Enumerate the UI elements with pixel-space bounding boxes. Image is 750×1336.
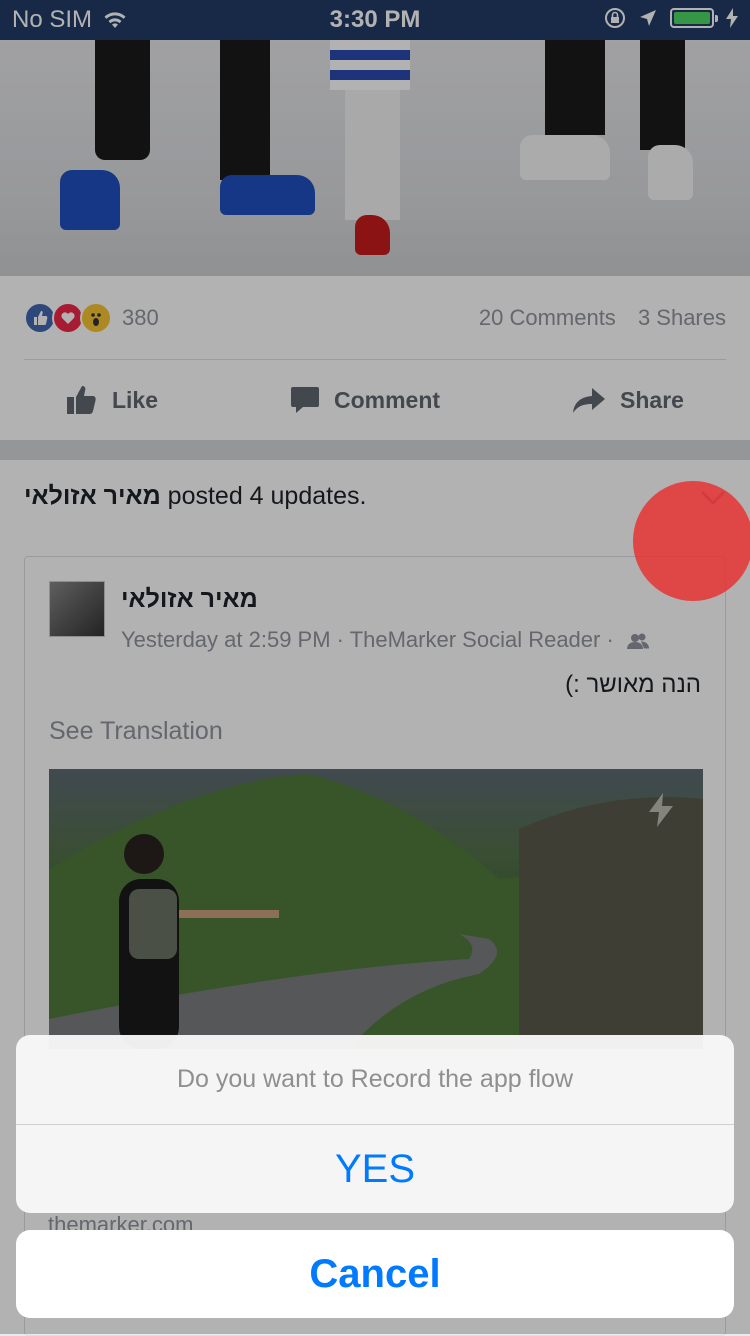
action-sheet-title: Do you want to Record the app flow (16, 1035, 734, 1125)
yes-button[interactable]: YES (16, 1125, 734, 1213)
action-sheet: Do you want to Record the app flow YES (16, 1035, 734, 1213)
cancel-button[interactable]: Cancel (16, 1230, 734, 1318)
touch-indicator (633, 481, 750, 601)
